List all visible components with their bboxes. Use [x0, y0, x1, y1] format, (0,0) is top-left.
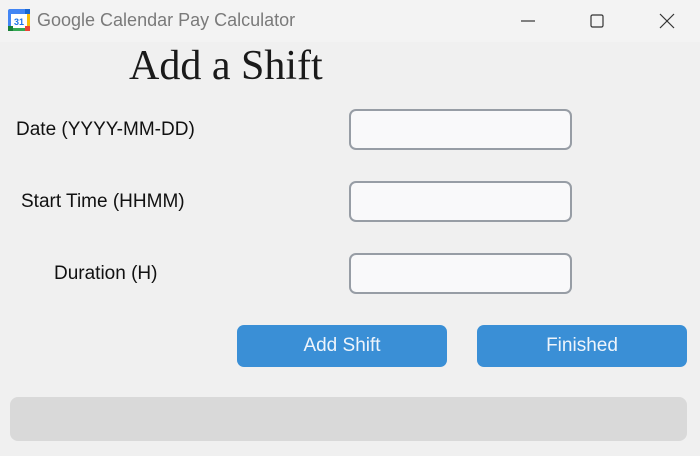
page-title: Add a Shift: [129, 43, 323, 89]
finished-button[interactable]: Finished: [477, 325, 687, 367]
minimize-icon: [521, 20, 535, 22]
add-shift-button[interactable]: Add Shift: [237, 325, 447, 367]
duration-input[interactable]: [349, 253, 572, 294]
start-time-input[interactable]: [349, 181, 572, 222]
progress-bar: [10, 397, 687, 441]
date-input[interactable]: [349, 109, 572, 150]
minimize-button[interactable]: [505, 0, 551, 42]
window-title: Google Calendar Pay Calculator: [37, 10, 296, 30]
calendar-icon-text: 31: [14, 17, 24, 27]
google-calendar-icon: 31: [8, 9, 30, 31]
start-time-label: Start Time (HHMM): [21, 191, 185, 212]
maximize-button[interactable]: [574, 0, 620, 42]
duration-label: Duration (H): [54, 263, 158, 284]
title-bar[interactable]: 31 Google Calendar Pay Calculator: [0, 0, 700, 42]
date-label: Date (YYYY-MM-DD): [16, 119, 195, 140]
app-window: 31 Google Calendar Pay Calculator Add a …: [0, 0, 700, 456]
close-button[interactable]: [644, 0, 690, 42]
maximize-icon: [590, 14, 604, 28]
close-icon: [659, 13, 675, 29]
